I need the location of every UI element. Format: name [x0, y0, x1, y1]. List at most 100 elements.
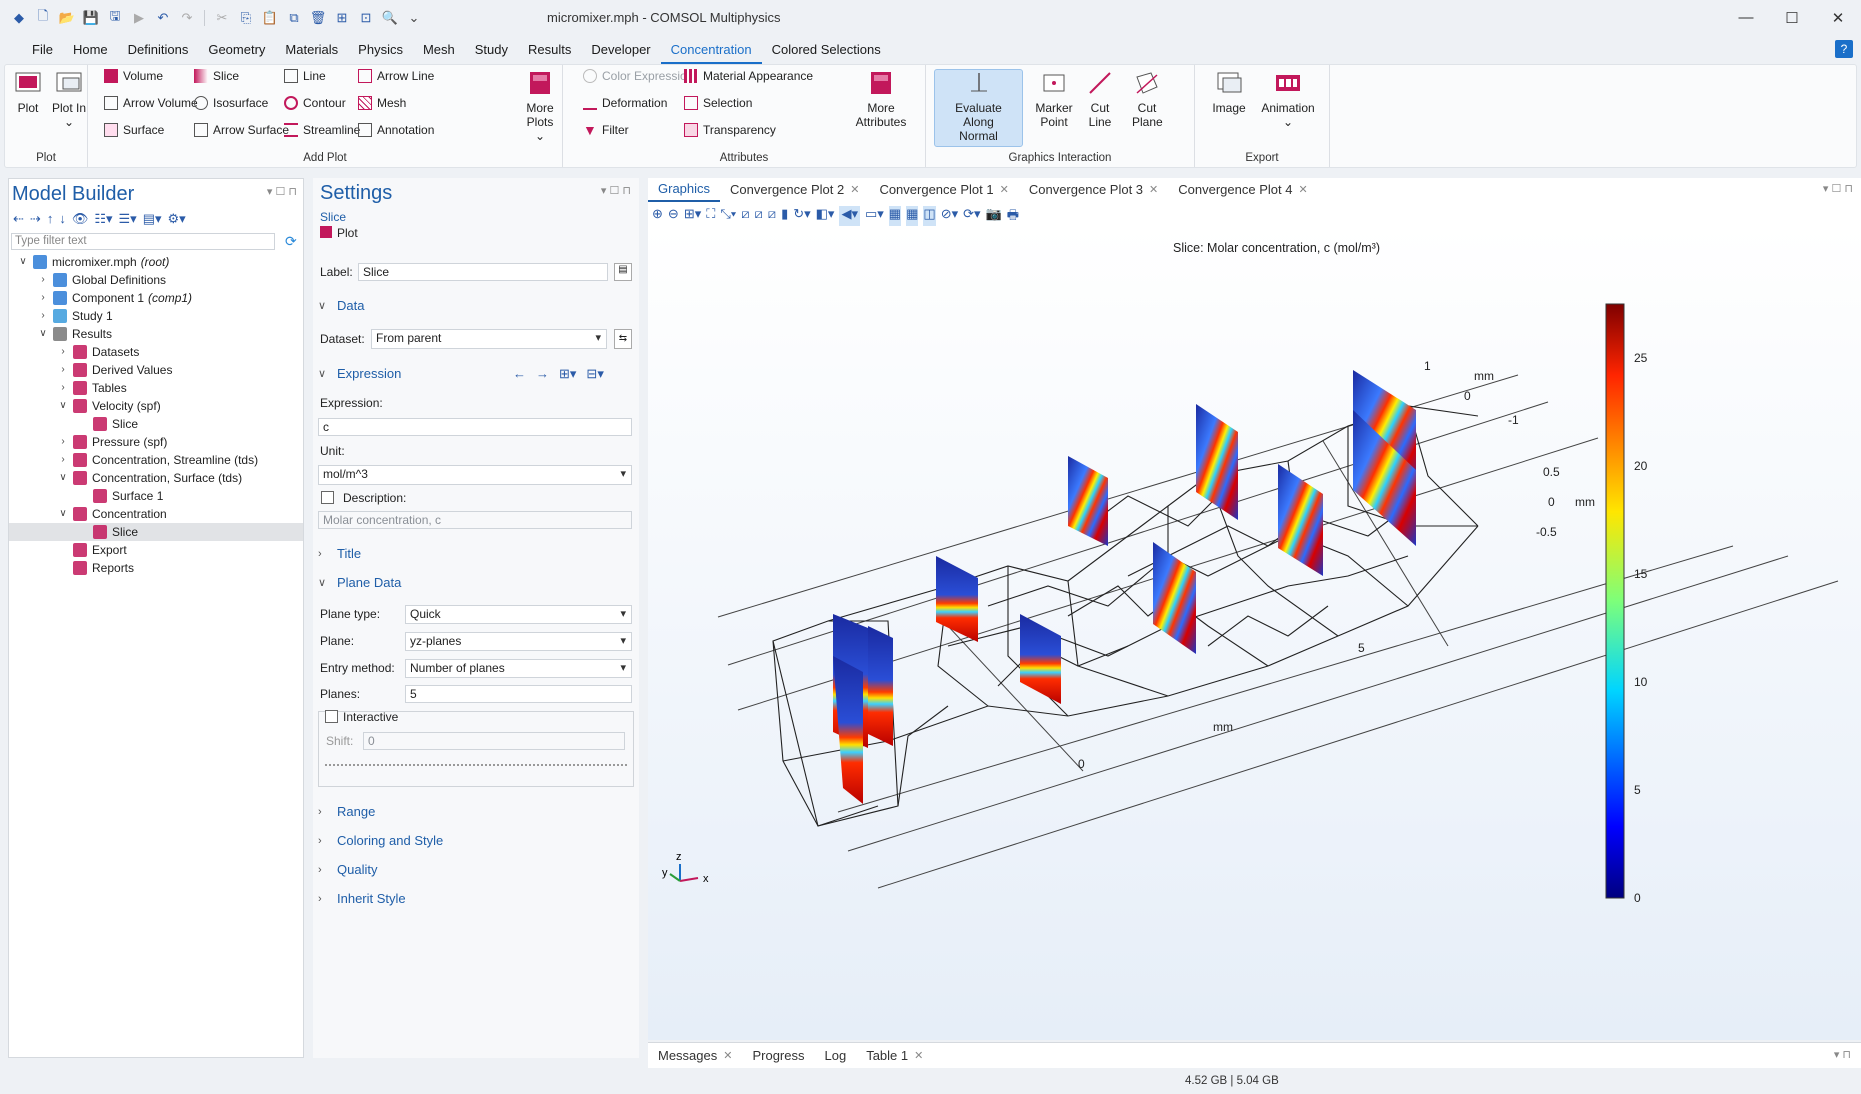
tree-node[interactable]: › Datasets: [9, 343, 303, 361]
chevron-right-icon[interactable]: ›: [57, 343, 69, 361]
reset-view-icon[interactable]: ⟳▾: [963, 206, 980, 228]
tree-node[interactable]: Surface 1: [9, 487, 303, 505]
save-icon[interactable]: 💾: [80, 7, 102, 29]
animation-button[interactable]: Animation ⌄: [1257, 69, 1319, 129]
app-icon[interactable]: ◆: [8, 7, 30, 29]
show-icon[interactable]: 👁: [72, 211, 89, 227]
transparency-toggle-icon[interactable]: ◫: [923, 206, 936, 228]
panel-controls-icon[interactable]: ▾ ☐ ⊓: [601, 184, 631, 197]
annotation-button[interactable]: Annotation: [358, 123, 434, 137]
clear-icon[interactable]: ⊘▾: [941, 206, 958, 228]
tree-node[interactable]: ∨ Velocity (spf): [9, 397, 303, 415]
open-file-icon[interactable]: 📂: [56, 7, 78, 29]
label-edit-icon[interactable]: ▤: [614, 263, 632, 281]
filter-input[interactable]: Type filter text: [11, 233, 275, 250]
menu-results[interactable]: Results: [518, 35, 581, 64]
tree-node[interactable]: › Tables: [9, 379, 303, 397]
find-icon[interactable]: 🔍: [379, 7, 401, 29]
customize-chevron-icon[interactable]: ⌄: [403, 7, 425, 29]
next-icon[interactable]: →: [536, 366, 549, 382]
chevron-down-icon[interactable]: ∨: [37, 325, 49, 343]
paste-icon[interactable]: 📋: [259, 7, 281, 29]
replace-expression-icon[interactable]: ⊞▾: [559, 366, 576, 382]
new-file-icon[interactable]: 🗋: [32, 7, 54, 29]
bottom-tab[interactable]: Progress: [742, 1044, 814, 1068]
run-icon[interactable]: ▶: [128, 7, 150, 29]
build-icon[interactable]: ⊞: [331, 7, 353, 29]
unit-select[interactable]: mol/m^3: [318, 465, 632, 485]
chevron-right-icon[interactable]: ›: [37, 307, 49, 325]
tree-node[interactable]: ∨ Concentration: [9, 505, 303, 523]
duplicate-icon[interactable]: ⧉: [283, 7, 305, 29]
bottom-tab[interactable]: Table 1 ✕: [856, 1044, 933, 1068]
collapse-icon[interactable]: ☷▾: [94, 211, 112, 227]
graphics-tab[interactable]: Convergence Plot 1 ✕: [869, 178, 1018, 202]
axes-view-icon[interactable]: ⤡▾: [720, 206, 736, 228]
streamline-button[interactable]: Streamline: [284, 123, 360, 137]
isosurface-button[interactable]: Isosurface: [194, 96, 268, 110]
plane-type-select[interactable]: Quick: [405, 605, 632, 624]
zoom-extents-icon[interactable]: ⛶: [706, 206, 715, 228]
graphics-tab[interactable]: Convergence Plot 3 ✕: [1019, 178, 1168, 202]
tree-node[interactable]: › Component 1 (comp1): [9, 289, 303, 307]
panel-controls-icon[interactable]: ▾ ☐ ⊓: [1823, 182, 1853, 195]
cut-plane-button[interactable]: Cut Plane: [1124, 69, 1170, 129]
description-checkbox[interactable]: [321, 491, 334, 504]
compute-icon[interactable]: ⊡: [355, 7, 377, 29]
tree-node[interactable]: › Global Definitions: [9, 271, 303, 289]
tree-node[interactable]: › Pressure (spf): [9, 433, 303, 451]
menu-file[interactable]: File: [22, 35, 63, 64]
deformation-button[interactable]: Deformation: [583, 96, 667, 110]
tree-node[interactable]: Export: [9, 541, 303, 559]
plot-in-button[interactable]: Plot In ⌄: [52, 69, 86, 129]
tree-node[interactable]: › Derived Values: [9, 361, 303, 379]
view-3d-icon[interactable]: ▮: [781, 206, 788, 228]
redo-icon[interactable]: ↷: [176, 7, 198, 29]
refresh-icon[interactable]: ⟳: [285, 233, 297, 250]
tree-node[interactable]: ∨ Results: [9, 325, 303, 343]
graphics-tab[interactable]: Convergence Plot 4 ✕: [1168, 178, 1317, 202]
view-options-icon[interactable]: ▤▾: [143, 211, 162, 227]
grid-icon[interactable]: ▦: [888, 206, 902, 228]
bottom-tab[interactable]: Messages ✕: [648, 1044, 742, 1068]
rotate-icon[interactable]: ↻▾: [793, 206, 810, 228]
color-expression-button[interactable]: Color Expression: [583, 69, 693, 83]
quality-section[interactable]: › Quality: [318, 862, 377, 877]
slice-button[interactable]: Slice: [194, 69, 239, 83]
material-appearance-button[interactable]: Material Appearance: [684, 69, 813, 83]
line-button[interactable]: Line: [284, 69, 326, 83]
close-button[interactable]: ✕: [1815, 0, 1861, 35]
mesh-button[interactable]: Mesh: [358, 96, 406, 110]
tree-node[interactable]: ∨ micromixer.mph (root): [9, 253, 303, 271]
maximize-button[interactable]: ☐: [1769, 0, 1815, 35]
graphics-tab[interactable]: Graphics: [648, 178, 721, 202]
save-as-icon[interactable]: 🖫: [104, 7, 126, 29]
bottom-tab[interactable]: Log: [815, 1044, 857, 1068]
coloring-section[interactable]: › Coloring and Style: [318, 833, 443, 848]
chevron-right-icon[interactable]: ›: [57, 379, 69, 397]
panel-controls-icon[interactable]: ▾ ☐ ⊓: [267, 185, 297, 198]
marker-point-button[interactable]: Marker Point: [1031, 69, 1077, 129]
view-zx-icon[interactable]: ⧄: [768, 206, 776, 228]
tree-node[interactable]: Reports: [9, 559, 303, 577]
help-icon[interactable]: ?: [1835, 40, 1853, 58]
zoom-in-icon[interactable]: ⊕: [652, 206, 663, 228]
bottom-panel-controls-icon[interactable]: ▾ ⊓: [1834, 1048, 1851, 1061]
plane-data-section[interactable]: ∨ Plane Data: [318, 575, 401, 590]
zoom-out-icon[interactable]: ⊖: [668, 206, 679, 228]
menu-study[interactable]: Study: [465, 35, 518, 64]
description-input[interactable]: Molar concentration, c: [318, 511, 632, 529]
minimize-button[interactable]: —: [1723, 0, 1769, 35]
view-xy-icon[interactable]: ⧄: [741, 206, 749, 228]
chevron-right-icon[interactable]: ›: [57, 451, 69, 469]
select-mode-icon[interactable]: ◀▾: [839, 206, 860, 228]
expression-input[interactable]: c: [318, 418, 632, 436]
graphics-tab[interactable]: Convergence Plot 2 ✕: [720, 178, 869, 202]
plot-button[interactable]: Plot: [14, 69, 42, 115]
entry-method-select[interactable]: Number of planes: [405, 659, 632, 678]
close-tab-icon[interactable]: ✕: [1149, 178, 1158, 202]
move-up-icon[interactable]: ↑: [47, 211, 54, 227]
close-tab-icon[interactable]: ✕: [1298, 178, 1307, 202]
transparency-button[interactable]: Transparency: [684, 123, 776, 137]
expand-icon[interactable]: ☰▾: [119, 211, 137, 227]
